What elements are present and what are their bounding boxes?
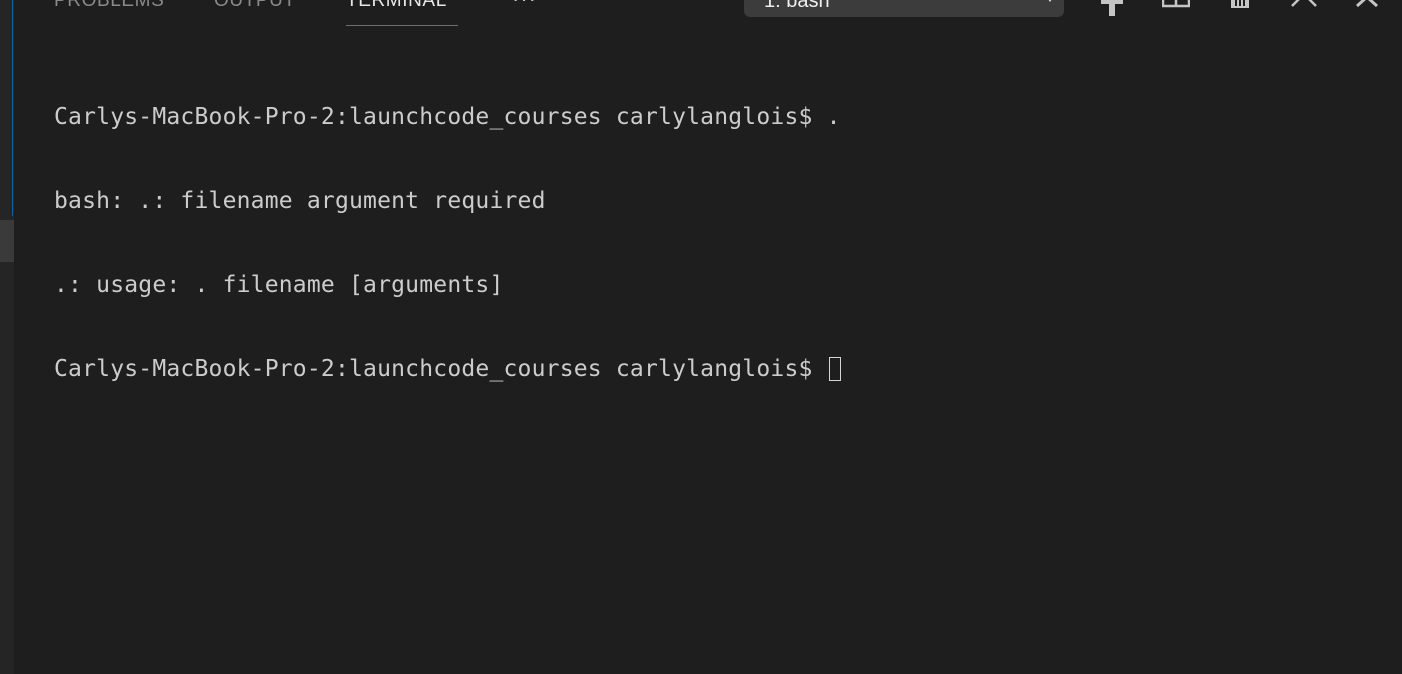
focus-border [12,0,13,216]
terminal-output[interactable]: Carlys-MacBook-Pro-2:launchcode_courses … [54,47,1384,439]
tab-output[interactable]: OUTPUT [214,0,296,12]
more-actions-icon[interactable]: ··· [512,0,537,12]
chevron-down-icon [1046,0,1054,2]
plus-icon[interactable] [1098,0,1126,16]
close-icon[interactable] [1354,0,1382,16]
tab-problems[interactable]: PROBLEMS [54,0,164,12]
editor-gutter [0,0,14,674]
terminal-line: bash: .: filename argument required [54,188,546,214]
panel-header: PROBLEMS OUTPUT TERMINAL ··· 1: bash [14,0,1402,26]
terminal-prompt-line[interactable]: Carlys-MacBook-Pro-2:launchcode_courses … [54,355,1384,383]
terminal-panel: PROBLEMS OUTPUT TERMINAL ··· 1: bash [0,0,1402,674]
terminal-line: .: usage: . filename [arguments] [54,272,504,298]
terminal-select-value: 1: bash [764,0,830,12]
split-icon[interactable] [1162,0,1190,16]
terminal-cursor [828,357,841,381]
terminal-line: Carlys-MacBook-Pro-2:launchcode_courses … [54,104,841,130]
scrollbar-thumb[interactable] [0,220,14,262]
active-tab-indicator [346,25,458,26]
trash-icon[interactable] [1226,0,1254,16]
terminal-prompt: Carlys-MacBook-Pro-2:launchcode_courses … [54,356,827,382]
tab-terminal[interactable]: TERMINAL [346,0,447,12]
terminal-select-dropdown[interactable]: 1: bash [744,0,1064,17]
chevron-up-icon[interactable] [1290,0,1318,16]
